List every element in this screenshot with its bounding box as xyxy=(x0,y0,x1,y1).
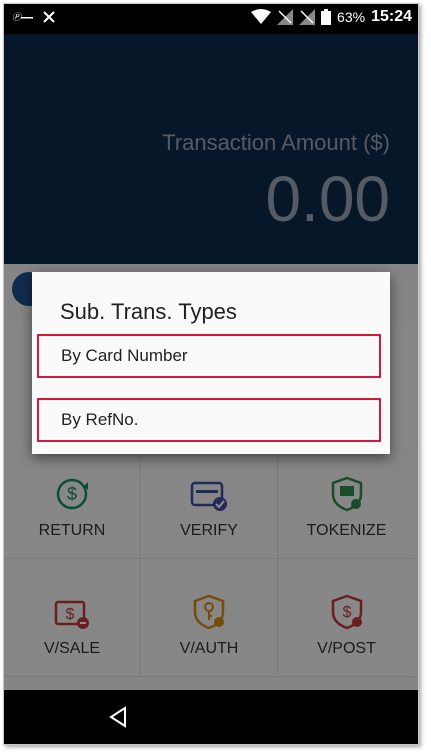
no-signal-icon-2 xyxy=(299,9,316,25)
sub-trans-types-dialog: Sub. Trans. Types By Card Number By RefN… xyxy=(32,272,390,454)
navigation-bar xyxy=(4,690,418,744)
back-icon[interactable] xyxy=(108,706,128,728)
dialog-title: Sub. Trans. Types xyxy=(60,299,237,324)
option-by-refno[interactable]: By RefNo. xyxy=(37,398,381,442)
battery-percent: 63% xyxy=(337,9,366,25)
wifi-icon xyxy=(251,9,272,24)
app-notification-icon: Ⓟ xyxy=(12,12,33,22)
clock: 15:24 xyxy=(371,8,412,25)
tools-icon xyxy=(43,11,55,23)
no-signal-icon xyxy=(277,9,294,25)
status-bar: Ⓟ 63% 15:24 xyxy=(4,4,418,34)
device-screen: Ⓟ 63% 15:24 Transaction Amount ($) 0.00 … xyxy=(3,3,419,745)
battery-icon xyxy=(321,9,332,25)
option-by-card-number[interactable]: By Card Number xyxy=(37,334,381,378)
